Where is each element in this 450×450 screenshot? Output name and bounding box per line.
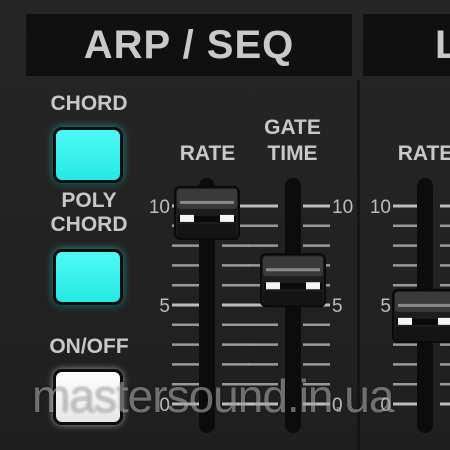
slider-knob-indicator-right — [306, 282, 320, 290]
slider-knob-indicator-right — [438, 317, 450, 325]
slider-knob-highlight — [180, 200, 234, 204]
synth-panel: ARP / SEQ L CHORD POLY CHORD ON/OFF RATE… — [0, 0, 450, 450]
slider-knob-indicator-left — [398, 317, 412, 325]
slider-knob-highlight — [398, 303, 450, 307]
gate-time-slider-knob[interactable] — [260, 253, 326, 308]
scale-label-mid-gate-time: 5 — [332, 296, 343, 317]
slider-knob-indicator-left — [180, 214, 194, 222]
rate-2-slider-knob[interactable] — [392, 288, 450, 343]
slider-knob-bottom — [263, 291, 323, 306]
scale-label-top-gate-time: 10 — [332, 197, 353, 218]
slider-knob-bottom — [177, 223, 237, 238]
scale-label-mid-rate-2: 5 — [380, 296, 391, 317]
watermark-text: mastersound.in.ua — [32, 370, 394, 422]
slider-knob-bottom — [395, 326, 450, 341]
slider-knob-indicator-left — [266, 282, 280, 290]
slider-knob-indicator-right — [220, 214, 234, 222]
slider-knob-top — [263, 256, 323, 277]
scale-label-top-rate-2: 10 — [370, 197, 391, 218]
slider-knob-top — [395, 291, 450, 312]
rate-slider-knob[interactable] — [174, 185, 240, 240]
slider-knob-top — [177, 188, 237, 209]
scale-label-top-rate: 10 — [149, 197, 170, 218]
scale-label-mid-rate: 5 — [159, 296, 170, 317]
slider-knob-highlight — [266, 268, 320, 272]
